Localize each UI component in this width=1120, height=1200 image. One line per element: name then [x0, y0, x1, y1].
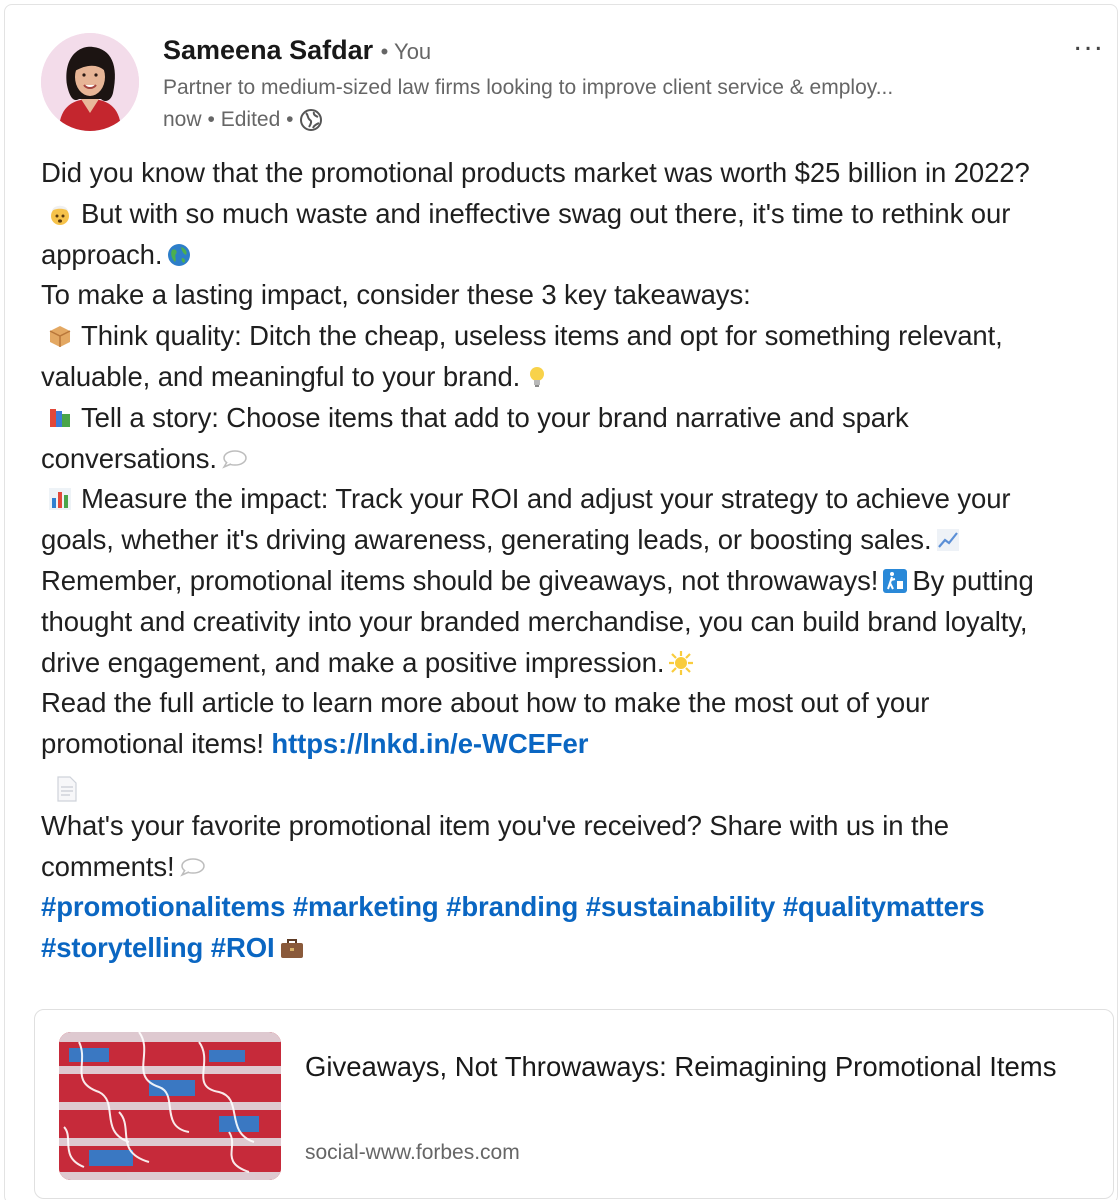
hashtag[interactable]: #promotionalitems [41, 891, 285, 922]
post-text: thought and creativity into your branded… [41, 605, 1028, 637]
page-icon [57, 773, 77, 802]
post-line: goals, whether it's driving awareness, g… [41, 520, 1113, 561]
speech-bubble-emoji [179, 851, 205, 877]
post-text: promotional items! [41, 728, 264, 760]
post-header: Sameena Safdar • You Partner to medium-s… [41, 26, 1111, 140]
hashtag[interactable]: #ROI [211, 932, 275, 963]
author-name-row: Sameena Safdar • You [163, 30, 1043, 72]
post-text: Think quality: Ditch the cheap, useless … [81, 320, 1003, 352]
globe-icon [299, 108, 323, 132]
post-line: What's your favorite promotional item yo… [41, 806, 1113, 847]
books-emoji [47, 402, 73, 428]
chart-increasing-emoji [935, 524, 961, 552]
post-line: Measure the impact: Track your ROI and a… [41, 479, 1113, 520]
post-text: goals, whether it's driving awareness, g… [41, 524, 932, 556]
post-text: What's your favorite promotional item yo… [41, 809, 949, 841]
litter-bin-emoji [882, 565, 908, 593]
post-line: Tell a story: Choose items that add to y… [41, 398, 1113, 439]
post-text: Remember, promotional items should be gi… [41, 564, 879, 596]
post-line [41, 765, 1113, 806]
author-name[interactable]: Sameena Safdar [163, 35, 373, 65]
post-text: valuable, and meaningful to your brand. [41, 360, 521, 392]
hashtag-line: #storytelling #ROI [41, 928, 1113, 969]
hashtag[interactable]: #sustainability [586, 891, 776, 922]
package-emoji [47, 320, 73, 348]
sun-emoji [668, 647, 694, 675]
article-link[interactable]: https://lnkd.in/e-WCEFer [271, 728, 588, 759]
hashtag[interactable]: #marketing [293, 891, 439, 922]
post-line: thought and creativity into your branded… [41, 602, 1113, 643]
hashtag-line: #promotionalitems #marketing #branding #… [41, 887, 1113, 928]
post-line: comments! [41, 847, 1113, 888]
post-body: Did you know that the promotional produc… [41, 153, 1113, 969]
post-line: conversations. [41, 439, 1113, 480]
hashtag[interactable]: #storytelling [41, 932, 203, 963]
post-line: promotional items! https://lnkd.in/e-WCE… [41, 724, 1113, 765]
author-headline: Partner to medium-sized law firms lookin… [163, 76, 894, 99]
author-avatar[interactable] [41, 33, 139, 131]
post-text: conversations. [41, 442, 217, 474]
lightbulb-emoji [524, 361, 550, 387]
hashtag[interactable]: #qualitymatters [783, 891, 985, 922]
speech-bubble-emoji [221, 443, 247, 469]
post-line: Remember, promotional items should be gi… [41, 561, 1113, 602]
exploding-head-emoji [47, 198, 73, 225]
article-thumbnail [59, 1032, 281, 1180]
article-source: social-www.forbes.com [305, 1141, 520, 1164]
briefcase-emoji [279, 932, 305, 959]
post-line: valuable, and meaningful to your brand. [41, 357, 1113, 398]
article-preview-card[interactable]: Giveaways, Not Throwaways: Reimagining P… [34, 1009, 1114, 1199]
bar-chart-emoji [47, 483, 73, 511]
post-line: drive engagement, and make a positive im… [41, 643, 1113, 684]
post-text: But with so much waste and ineffective s… [81, 197, 1011, 229]
more-options-button[interactable]: ... [1067, 26, 1111, 62]
article-title[interactable]: Giveaways, Not Throwaways: Reimagining P… [305, 1046, 1065, 1087]
post-line: Read the full article to learn more abou… [41, 683, 1113, 724]
author-meta: Sameena Safdar • You Partner to medium-s… [163, 30, 1043, 136]
post-line: Think quality: Ditch the cheap, useless … [41, 316, 1113, 357]
post-line: But with so much waste and ineffective s… [41, 194, 1113, 235]
post-line: To make a lasting impact, consider these… [41, 275, 1113, 316]
post-line: approach. [41, 235, 1113, 276]
post-time: now [163, 108, 202, 131]
post-text: comments! [41, 850, 175, 882]
post-line: Did you know that the promotional produc… [41, 153, 1113, 194]
post-text: approach. [41, 238, 163, 270]
post-text: Did you know that the promotional produc… [41, 157, 1030, 188]
author-relation: • You [380, 39, 432, 64]
post-text: drive engagement, and make a positive im… [41, 646, 665, 678]
hashtag[interactable]: #branding [446, 891, 578, 922]
post-text: Tell a story: Choose items that add to y… [81, 401, 909, 433]
globe-emoji [166, 239, 192, 266]
post-text: Read the full article to learn more abou… [41, 687, 930, 719]
post-edited: • Edited • [207, 108, 294, 131]
post-text: Measure the impact: Track your ROI and a… [81, 483, 1011, 515]
post-timestamp-row: now • Edited • [163, 104, 1043, 136]
post-text: To make a lasting impact, consider these… [41, 279, 751, 311]
post-text: By putting [912, 564, 1034, 596]
